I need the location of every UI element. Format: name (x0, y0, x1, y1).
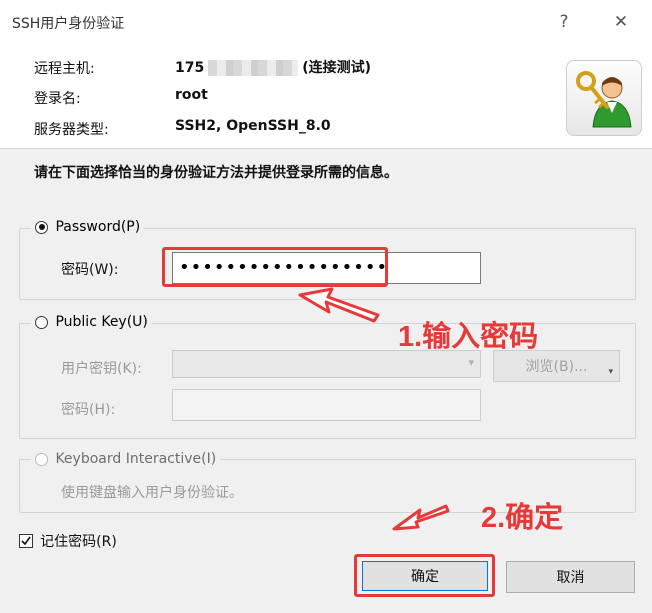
annotation-step2-text: 2.确定 (481, 502, 564, 534)
host-value-prefix: 175 (175, 60, 205, 76)
login-value: root (175, 87, 208, 103)
window-title: SSH用户身份验证 (12, 16, 125, 32)
annotation-arrow-1 (298, 287, 380, 323)
keyboard-interactive-radio-button[interactable] (35, 452, 48, 466)
user-key-label: 用户密钥(K): (61, 361, 142, 377)
remember-password-label: 记住密码(R) (40, 534, 117, 550)
publickey-radio[interactable]: Public Key(U) (31, 314, 152, 330)
dropdown-arrow-icon: ▾ (608, 367, 613, 377)
password-field-label: 密码(W): (61, 262, 119, 278)
annotation-highlight-ok (354, 554, 495, 597)
password-radio-label: Password(P) (55, 219, 141, 235)
server-type-label: 服务器类型: (34, 122, 109, 138)
chevron-down-icon: ▾ (468, 356, 474, 369)
instruction-text: 请在下面选择恰当的身份验证方法并提供登录所需的信息。 (34, 165, 398, 181)
browse-button-label: 浏览(B)... (525, 359, 588, 375)
help-button[interactable]: ? (549, 10, 579, 34)
host-value-suffix: (连接测试) (302, 60, 372, 76)
host-value: 175 (连接测试) (175, 57, 371, 77)
passphrase-label: 密码(H): (61, 402, 116, 418)
cancel-button[interactable]: 取消 (506, 561, 635, 593)
publickey-radio-button[interactable] (35, 315, 48, 329)
cancel-button-label: 取消 (556, 570, 585, 586)
checkbox-box[interactable] (19, 534, 33, 548)
login-label: 登录名: (34, 91, 81, 107)
remember-password-checkbox[interactable]: 记住密码(R) (19, 531, 117, 551)
annotation-arrow-2 (392, 504, 450, 531)
publickey-radio-label: Public Key(U) (55, 314, 148, 330)
close-button[interactable]: ✕ (606, 10, 636, 34)
title-bar: SSH用户身份验证 ? ✕ (0, 0, 652, 44)
annotation-step1-text: 1.输入密码 (398, 321, 539, 353)
host-label: 远程主机: (34, 61, 95, 77)
keyboard-interactive-description: 使用键盘输入用户身份验证。 (61, 485, 243, 501)
annotation-highlight-password (162, 247, 388, 287)
keyboard-interactive-radio[interactable]: Keyboard Interactive(I) (31, 451, 221, 467)
password-radio-button[interactable] (35, 220, 48, 234)
user-key-icon (566, 60, 642, 136)
keyboard-interactive-radio-label: Keyboard Interactive(I) (55, 451, 217, 467)
passphrase-input[interactable] (172, 389, 481, 421)
redacted-ip-blur (208, 60, 299, 76)
server-type-value: SSH2, OpenSSH_8.0 (175, 118, 331, 134)
password-radio[interactable]: Password(P) (31, 219, 145, 235)
checkmark-icon (21, 536, 31, 546)
